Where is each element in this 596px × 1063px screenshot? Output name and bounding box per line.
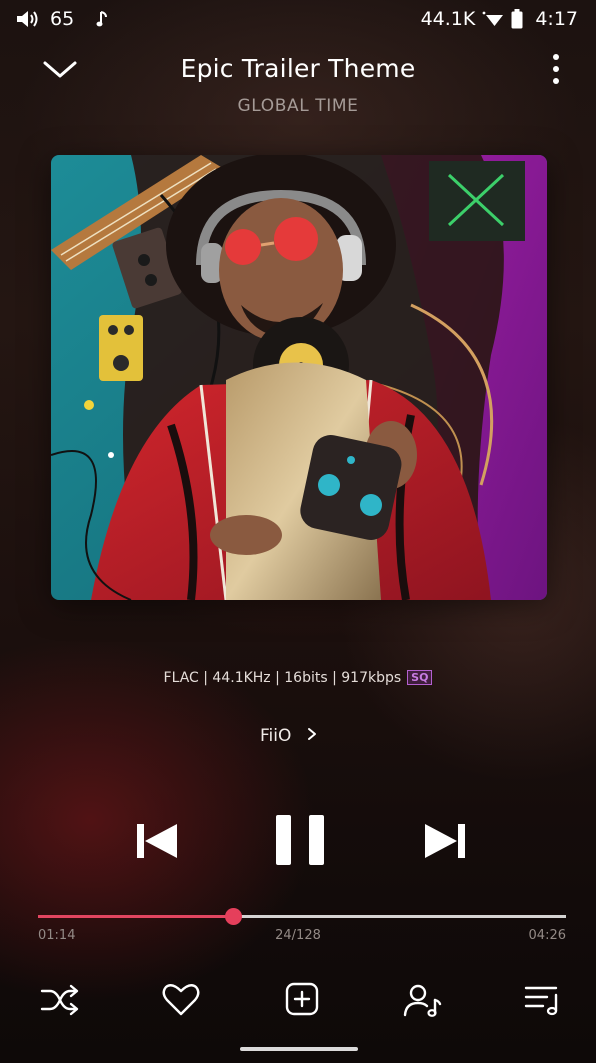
- chevron-right-icon: [307, 726, 317, 746]
- album-cover[interactable]: [51, 155, 547, 600]
- play-pause-button[interactable]: [274, 813, 328, 867]
- battery-icon: [511, 9, 523, 29]
- seek-bar[interactable]: [38, 908, 566, 925]
- wifi-icon: [481, 10, 505, 28]
- output-source-label: FiiO: [260, 726, 292, 746]
- clock: 4:17: [535, 8, 578, 30]
- favorite-button[interactable]: [161, 982, 201, 1018]
- home-indicator[interactable]: [240, 1047, 358, 1051]
- queue-button[interactable]: [523, 982, 563, 1018]
- total-time: 04:26: [528, 928, 566, 943]
- artist-name: GLOBAL TIME: [237, 96, 359, 116]
- skip-next-icon: [425, 824, 465, 858]
- add-to-playlist-button[interactable]: [282, 982, 322, 1018]
- elapsed-time: 01:14: [38, 928, 76, 943]
- artist-icon: [403, 984, 442, 1017]
- queue-icon: [524, 986, 558, 1016]
- heart-icon: [162, 984, 200, 1016]
- artist-info-button[interactable]: [402, 982, 442, 1018]
- format-text: FLAC | 44.1KHz | 16bits | 917kbps: [163, 670, 402, 686]
- more-options-button[interactable]: [545, 53, 567, 87]
- pause-icon: [276, 815, 324, 865]
- more-vertical-icon: [553, 54, 559, 84]
- now-playing-screen: 65 44.1K 4:17 Epic Trailer Theme GLOBAL …: [0, 0, 596, 1063]
- output-source-button[interactable]: FiiO: [260, 722, 360, 750]
- sq-badge: SQ: [407, 670, 433, 685]
- sample-rate: 44.1K: [420, 8, 476, 30]
- song-title: Epic Trailer Theme: [180, 54, 416, 83]
- volume-icon: [16, 10, 42, 28]
- add-to-playlist-icon: [285, 982, 319, 1016]
- seek-bar-thumb[interactable]: [225, 908, 243, 925]
- collapse-button[interactable]: [42, 58, 78, 82]
- skip-previous-icon: [137, 824, 177, 858]
- volume-level: 65: [50, 8, 75, 30]
- shuffle-button[interactable]: [40, 982, 80, 1018]
- status-bar: 65 44.1K 4:17: [0, 0, 596, 40]
- seek-bar-progress: [38, 915, 234, 918]
- next-track-button[interactable]: [423, 820, 467, 862]
- chevron-down-icon: [43, 61, 77, 78]
- status-right: 44.1K 4:17: [421, 8, 578, 30]
- status-left: 65: [16, 8, 108, 30]
- shuffle-icon: [40, 984, 79, 1016]
- track-position: 24/128: [275, 928, 321, 943]
- music-note-icon: [96, 10, 108, 28]
- format-info: FLAC | 44.1KHz | 16bits | 917kbps SQ: [0, 670, 596, 686]
- album-cover-image: [51, 155, 547, 600]
- previous-track-button[interactable]: [135, 820, 179, 862]
